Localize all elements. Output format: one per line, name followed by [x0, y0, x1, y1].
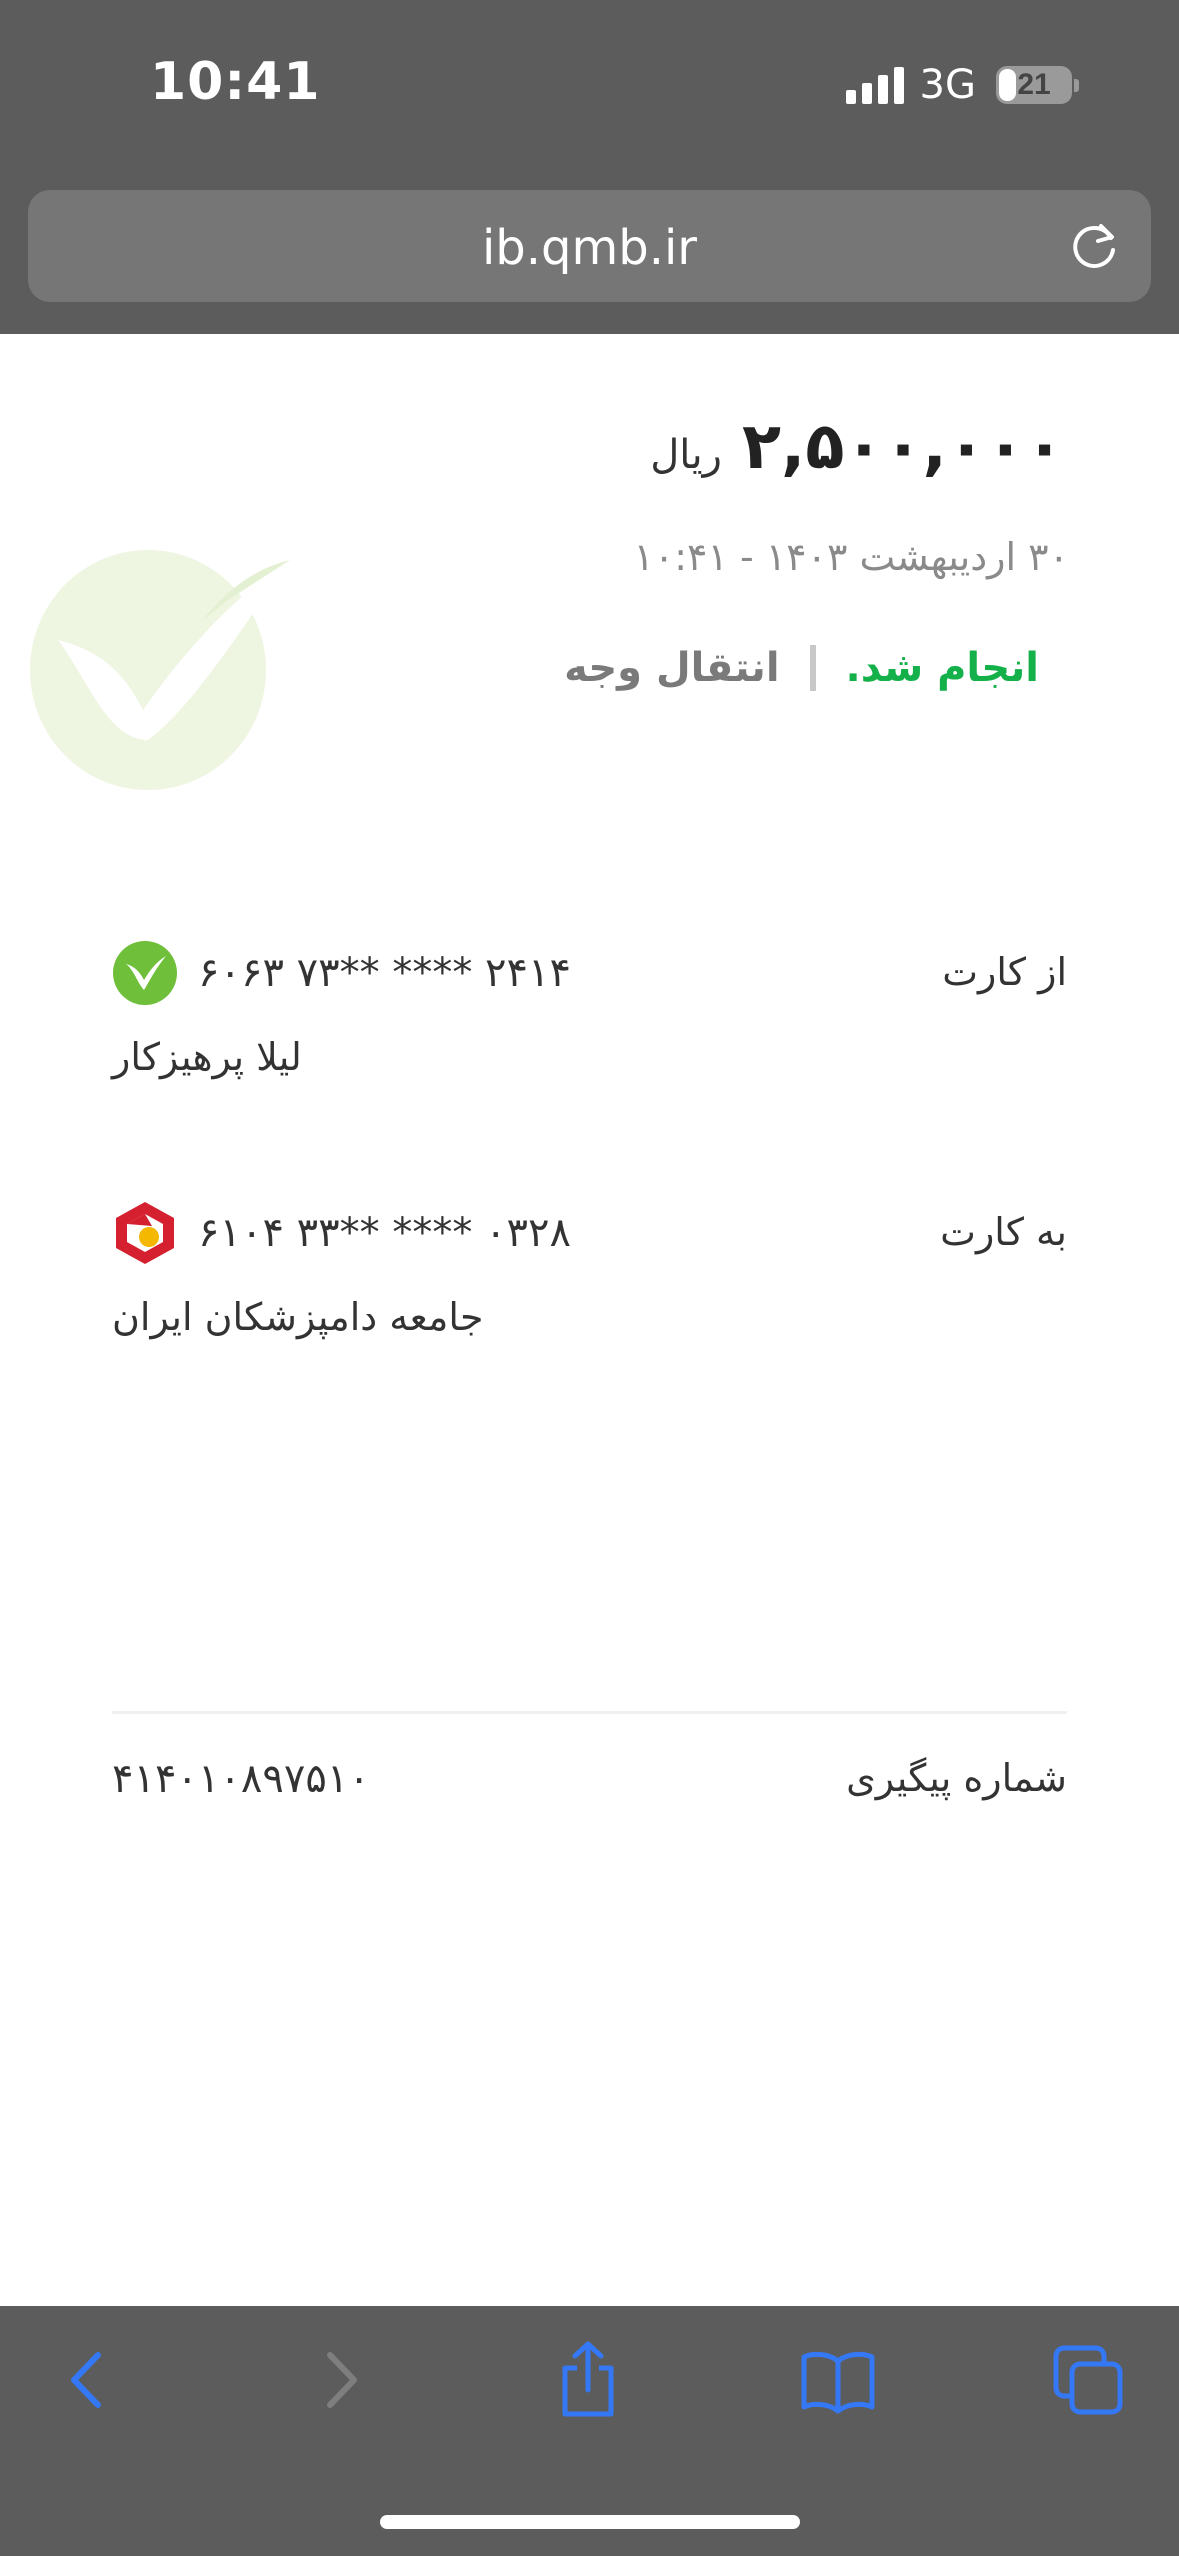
forward-icon[interactable]	[300, 2340, 380, 2420]
top-browser-chrome: 10:41 3G 21 ib.qmb.ir	[0, 0, 1179, 334]
home-indicator	[380, 2515, 800, 2529]
from-card-line: ۶۰۶۳ ۷۳** **** ۲۴۱۴	[112, 940, 571, 1006]
status-time: 10:41	[150, 52, 321, 112]
transaction-datetime: ۳۰ اردیبهشت ۱۴۰۳ - ۱۰:۴۱	[633, 535, 1069, 579]
tracking-label: شماره پیگیری	[846, 1756, 1067, 1800]
share-icon[interactable]	[548, 2340, 628, 2420]
to-card-holder: جامعه دامپزشکان ایران	[112, 1295, 484, 1339]
bookmarks-icon[interactable]	[798, 2340, 878, 2420]
status-badge: انجام شد.	[845, 645, 1039, 691]
to-card-line: ۶۱۰۴ ۳۳** **** ۰۳۲۸	[112, 1200, 571, 1266]
reload-icon[interactable]	[1067, 218, 1123, 274]
amount-row: ۲,۵۰۰,۰۰۰ ریال	[650, 410, 1064, 484]
status-indicators: 3G 21	[845, 60, 1079, 110]
battery-nub	[1074, 78, 1079, 92]
network-type: 3G	[919, 62, 976, 108]
from-card-holder: لیلا پرهیزکار	[112, 1035, 302, 1079]
url-text[interactable]: ib.qmb.ir	[28, 220, 1151, 276]
transaction-type: انتقال وجه	[564, 645, 780, 691]
to-card-label: به کارت	[940, 1210, 1067, 1254]
tracking-number: ۴۱۴۰۱۰۸۹۷۵۱۰	[112, 1756, 370, 1802]
from-card-number: ۶۰۶۳ ۷۳** **** ۲۴۱۴	[198, 950, 571, 996]
amount-value: ۲,۵۰۰,۰۰۰	[741, 410, 1064, 484]
status-row: انجام شد. انتقال وجه	[564, 645, 1039, 691]
currency-label: ریال	[650, 432, 722, 478]
tabs-icon[interactable]	[1048, 2340, 1128, 2420]
mellat-bank-logo-icon	[116, 1202, 174, 1264]
back-icon[interactable]	[48, 2340, 128, 2420]
divider	[112, 1711, 1067, 1714]
bank-watermark-logo-icon	[30, 550, 290, 790]
battery-level: 21	[1017, 68, 1051, 101]
to-card-number: ۶۱۰۴ ۳۳** **** ۰۳۲۸	[198, 1210, 571, 1256]
from-card-label: از کارت	[942, 950, 1067, 994]
qmb-bank-logo-icon	[113, 941, 177, 1005]
battery-icon: 21	[996, 66, 1072, 104]
signal-icon	[845, 66, 904, 104]
status-separator	[809, 645, 816, 691]
address-bar[interactable]: ib.qmb.ir	[28, 190, 1151, 302]
